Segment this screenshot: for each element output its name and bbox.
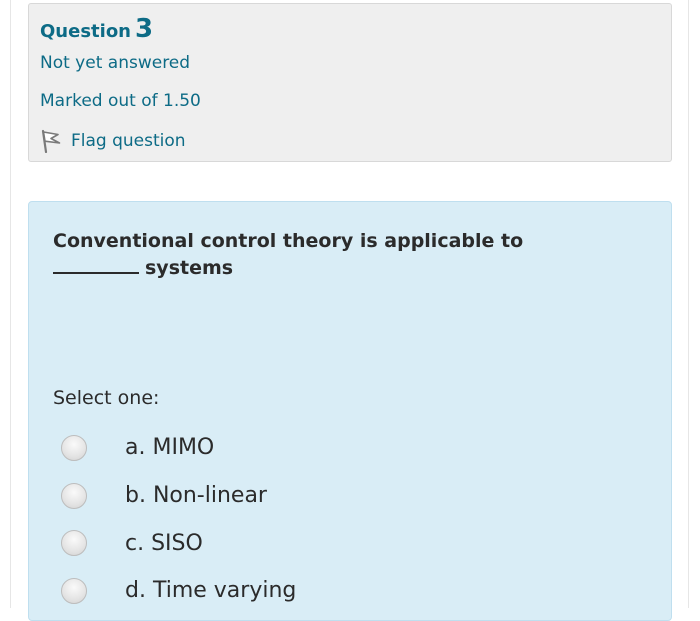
question-label: Question [40,21,131,42]
answer-option-label[interactable]: b. Non-linear [125,483,267,508]
answer-option-b[interactable]: b. Non-linear [61,472,621,520]
flag-icon [40,129,71,153]
question-number: 3 [135,14,154,44]
flag-question-link[interactable]: Flag question [40,128,186,154]
answer-option-a[interactable]: a. MIMO [61,424,621,472]
select-one-prompt: Select one: [53,387,160,409]
question-blank [53,255,139,274]
flag-question-label: Flag question [71,131,186,151]
question-text: Conventional control theory is applicabl… [53,228,613,282]
answer-option-c[interactable]: c. SISO [61,519,621,567]
answer-option-label[interactable]: a. MIMO [125,435,214,460]
question-state: Not yet answered [40,53,191,73]
answer-options: a. MIMO b. Non-linear c. SISO d. Time va… [61,424,621,615]
radio-button[interactable] [61,482,87,509]
question-content-panel: Conventional control theory is applicabl… [28,201,672,621]
radio-button[interactable] [61,530,87,557]
answer-option-label[interactable]: c. SISO [125,531,203,556]
question-info-panel: Question 3 Not yet answered Marked out of… [28,3,672,162]
question-text-line1: Conventional control theory is applicabl… [53,230,524,252]
radio-button[interactable] [61,434,87,461]
radio-button[interactable] [61,577,87,604]
question-number-heading: Question 3 [40,14,153,44]
question-grade: Marked out of 1.50 [40,91,201,111]
answer-option-label[interactable]: d. Time varying [125,578,296,603]
question-text-line2: systems [145,257,234,279]
